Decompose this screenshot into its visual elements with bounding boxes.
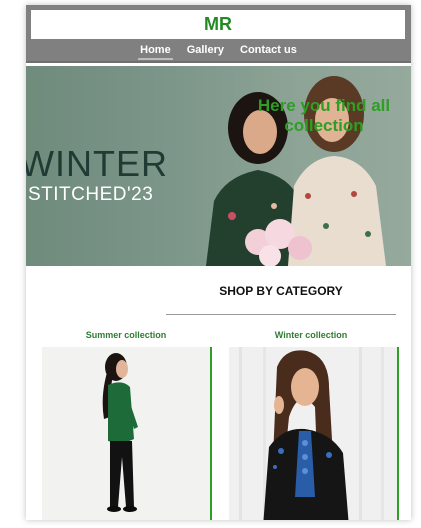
main-nav: Home Gallery Contact us bbox=[26, 43, 411, 61]
winter-model-image bbox=[229, 347, 397, 520]
site-header: MR Home Gallery Contact us bbox=[26, 5, 411, 63]
nav-contact-link[interactable]: Contact us bbox=[238, 43, 299, 58]
section-heading: SHOP BY CATEGORY bbox=[219, 284, 343, 298]
page: MR Home Gallery Contact us WINTER STITCH… bbox=[26, 5, 411, 520]
nav-gallery-link[interactable]: Gallery bbox=[185, 43, 226, 58]
category-card-summer[interactable] bbox=[42, 347, 212, 520]
hero-title: WINTER bbox=[26, 143, 168, 184]
header-divider bbox=[26, 61, 411, 63]
hero-subtitle: STITCHED'23 bbox=[28, 184, 154, 205]
hero-tagline: Here you find all collection bbox=[257, 96, 391, 135]
category-label-summer[interactable]: Summer collection bbox=[41, 330, 211, 340]
hero-banner: WINTER STITCHED'23 Here you find all col… bbox=[26, 66, 411, 266]
site-logo[interactable]: MR bbox=[31, 10, 405, 39]
category-label-winter[interactable]: Winter collection bbox=[226, 330, 396, 340]
summer-model-image bbox=[102, 353, 138, 512]
section-divider bbox=[166, 314, 396, 315]
nav-home-link[interactable]: Home bbox=[138, 43, 173, 60]
category-card-winter[interactable] bbox=[229, 347, 399, 520]
